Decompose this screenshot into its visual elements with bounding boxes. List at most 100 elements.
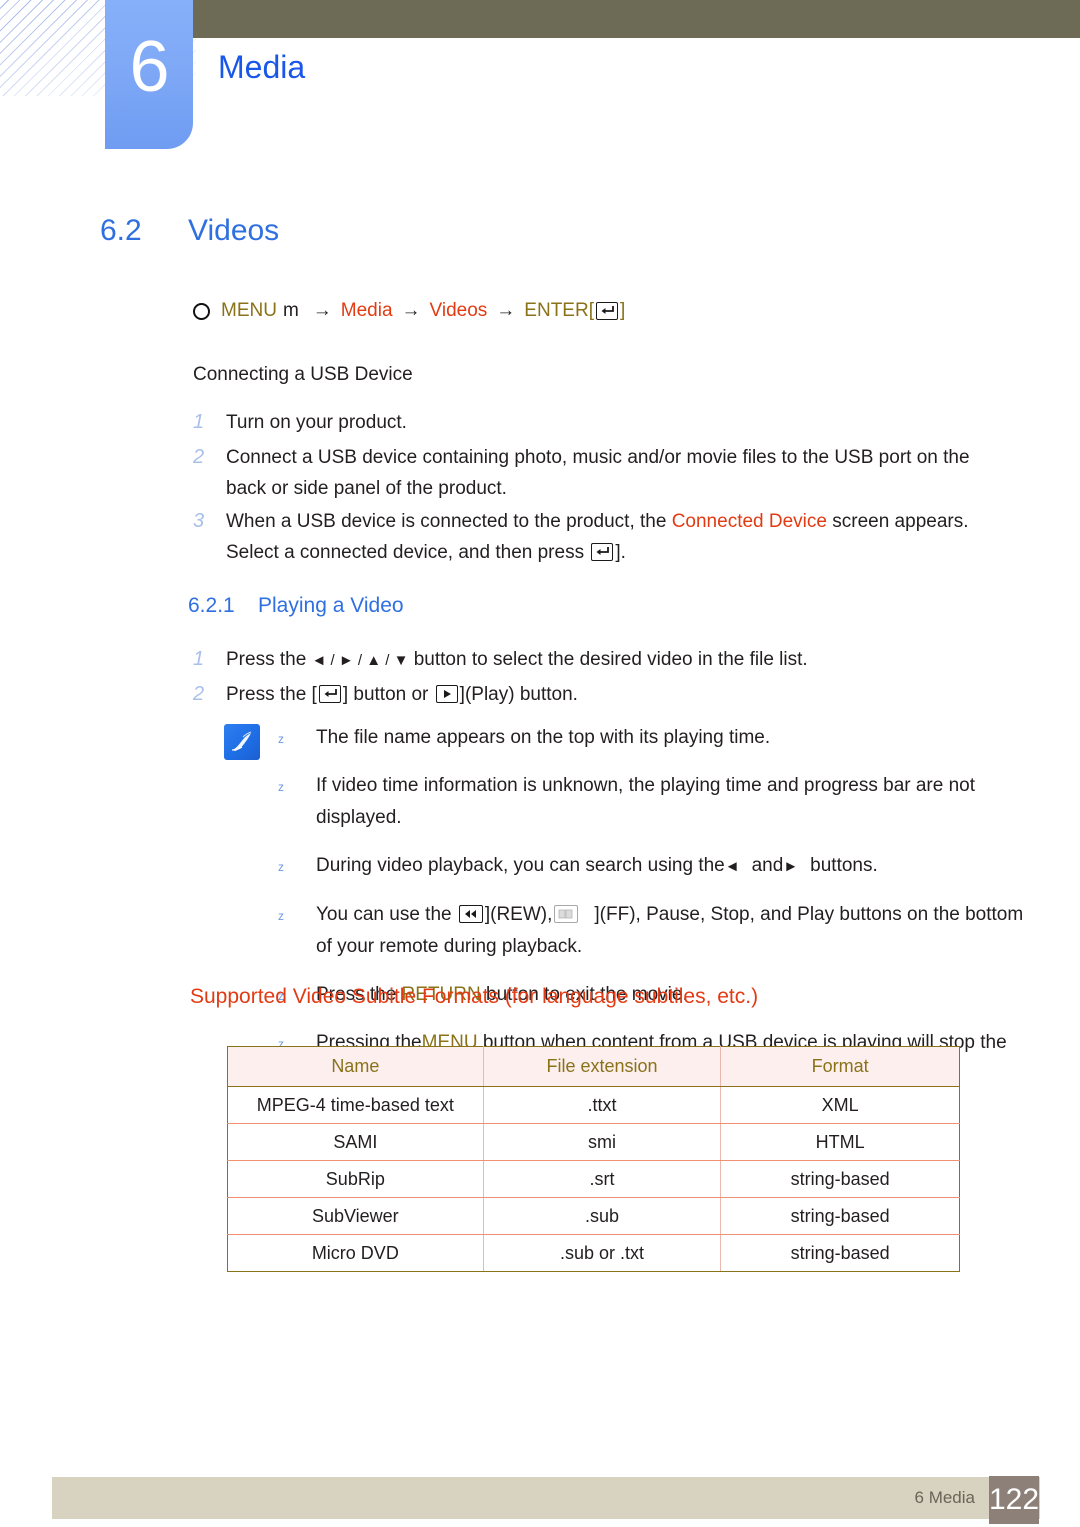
note-text: You can use the ](REW),](FF), Pause, Sto… — [316, 899, 1030, 963]
note-text-pre: During video playback, you can search us… — [316, 855, 725, 876]
column-header-format: Format — [720, 1046, 960, 1087]
cell-format: XML — [720, 1086, 960, 1124]
cell-extension: .sub — [482, 1197, 722, 1235]
playing-step-1: 1 Press the ◄ / ► / ▲ / ▼ button to sele… — [193, 644, 1011, 676]
cell-name: Micro DVD — [227, 1234, 484, 1272]
cell-extension: smi — [482, 1123, 722, 1161]
usb-step-2: 2 Connect a USB device containing photo,… — [193, 442, 1011, 504]
dpad-arrows-icon: ◄ / ► / ▲ / ▼ — [311, 652, 409, 669]
cell-name: SAMI — [227, 1123, 484, 1161]
cell-name: MPEG-4 time-based text — [227, 1086, 484, 1124]
subsection-title: 6.2.1 Playing a Video — [188, 594, 404, 618]
cell-format: string-based — [720, 1197, 960, 1235]
chapter-number: 6 — [129, 26, 169, 107]
step-text-pre: When a USB device is connected to the pr… — [226, 511, 672, 532]
menu-key-glyph: m — [282, 300, 299, 321]
note-rew-label: ](REW), — [484, 904, 553, 925]
note-bullet: z — [278, 732, 284, 746]
left-arrow-icon: ◄ — [724, 858, 740, 875]
cell-extension: .srt — [482, 1160, 722, 1198]
step-text-mid: ] button or — [342, 684, 434, 705]
step-number: 2 — [193, 446, 205, 468]
manual-page: 6 Media 6.2 Videos MENU m → Media → Video… — [0, 0, 1080, 1527]
note-bullet: z — [278, 860, 284, 874]
step-text: Press the [ ] button or ](Play) button. — [226, 679, 1011, 710]
step-number: 2 — [193, 683, 205, 705]
arrow-icon-1: → — [312, 300, 332, 321]
menu-path-item-media: Media — [340, 300, 393, 321]
cell-name: SubViewer — [227, 1197, 484, 1235]
menu-path: MENU m → Media → Videos → ENTER [ ] — [193, 300, 625, 322]
cell-extension: .ttxt — [482, 1086, 722, 1124]
enter-key-icon — [318, 685, 341, 703]
enter-key-icon — [591, 543, 614, 561]
arrow-icon-2: → — [401, 300, 421, 321]
cell-format: HTML — [720, 1123, 960, 1161]
cell-format: string-based — [720, 1234, 960, 1272]
note-item: z During video playback, you can search … — [278, 850, 1030, 883]
footer-label: 6 Media — [914, 1488, 975, 1507]
note-text-post: buttons. — [810, 855, 878, 876]
note-text-mid: and — [751, 855, 784, 876]
note-text: During video playback, you can search us… — [316, 850, 1030, 883]
step-text: Connect a USB device containing photo, m… — [226, 447, 970, 499]
note-text: If video time information is unknown, th… — [316, 775, 976, 828]
cell-format: string-based — [720, 1160, 960, 1198]
note-item: z The file name appears on the top with … — [278, 722, 1030, 754]
note-item: z If video time information is unknown, … — [278, 770, 1030, 834]
usb-step-1: 1 Turn on your product. — [193, 407, 1011, 438]
note-bullet: z — [278, 909, 284, 923]
circle-outline-icon — [193, 302, 210, 320]
chapter-title: Media — [218, 48, 306, 85]
step-text: Turn on your product. — [226, 412, 407, 433]
usb-heading: Connecting a USB Device — [193, 364, 413, 385]
connected-device-highlight: Connected Device — [671, 511, 827, 532]
chapter-tab: 6 — [105, 0, 193, 149]
table-row: SubRip .srt string-based — [227, 1160, 960, 1198]
section-title: Videos — [188, 214, 280, 247]
note-text-pre: You can use the — [316, 904, 457, 925]
table-row: SAMI smi HTML — [227, 1123, 960, 1161]
step-text-post: ](Play) button. — [459, 684, 578, 705]
subsection-label: Playing a Video — [258, 594, 404, 617]
enter-key-icon — [595, 302, 618, 320]
section-number: 6.2 — [100, 214, 142, 247]
column-header-file-extension: File extension — [482, 1046, 722, 1087]
table-row: Micro DVD .sub or .txt string-based — [227, 1234, 960, 1272]
table-row: MPEG-4 time-based text .ttxt XML — [227, 1086, 960, 1124]
page-number: 122 — [989, 1475, 1039, 1524]
column-header-name: Name — [227, 1046, 484, 1087]
footer-bar: 6 Media 122 — [52, 1475, 1040, 1524]
fast-forward-key-icon — [554, 905, 579, 923]
step-text: When a USB device is connected to the pr… — [226, 506, 1011, 568]
bracket-close: ] — [619, 300, 626, 321]
step-text-pre: Press the [ — [226, 684, 317, 705]
step-number: 3 — [193, 510, 205, 532]
subsection-number: 6.2.1 — [188, 594, 235, 617]
step-number: 1 — [193, 648, 205, 670]
header-olive-bar — [193, 0, 1080, 38]
table-row: SubViewer .sub string-based — [227, 1197, 960, 1235]
usb-step-3: 3 When a USB device is connected to the … — [193, 506, 1011, 568]
note-text: The file name appears on the top with it… — [316, 727, 771, 748]
subtitle-formats-table: Name File extension Format MPEG-4 time-b… — [227, 1046, 960, 1272]
cell-extension: .sub or .txt — [482, 1234, 722, 1272]
page-title: 6.2 Videos — [100, 214, 279, 248]
enter-label: ENTER — [524, 300, 589, 321]
playing-step-2: 2 Press the [ ] button or ](Play) button. — [193, 679, 1011, 710]
footer-content: 6 Media 122 — [914, 1475, 1039, 1524]
step-text-pre: Press the — [226, 649, 312, 670]
rewind-key-icon — [458, 905, 483, 923]
step-text-tail: ]. — [615, 542, 626, 563]
arrow-icon-3: → — [496, 300, 516, 321]
cell-name: SubRip — [227, 1160, 484, 1198]
note-pen-icon — [224, 724, 260, 760]
step-number: 1 — [193, 411, 205, 433]
step-text-post: button to select the desired video in th… — [408, 649, 808, 670]
step-text: Press the ◄ / ► / ▲ / ▼ button to select… — [226, 644, 1011, 676]
table-caption: Supported Video Subitle Formats (for lan… — [190, 985, 759, 1008]
menu-path-item-videos: Videos — [429, 300, 488, 321]
right-arrow-icon: ► — [783, 858, 799, 875]
note-bullet: z — [278, 780, 284, 794]
bracket-open: [ — [588, 300, 594, 321]
